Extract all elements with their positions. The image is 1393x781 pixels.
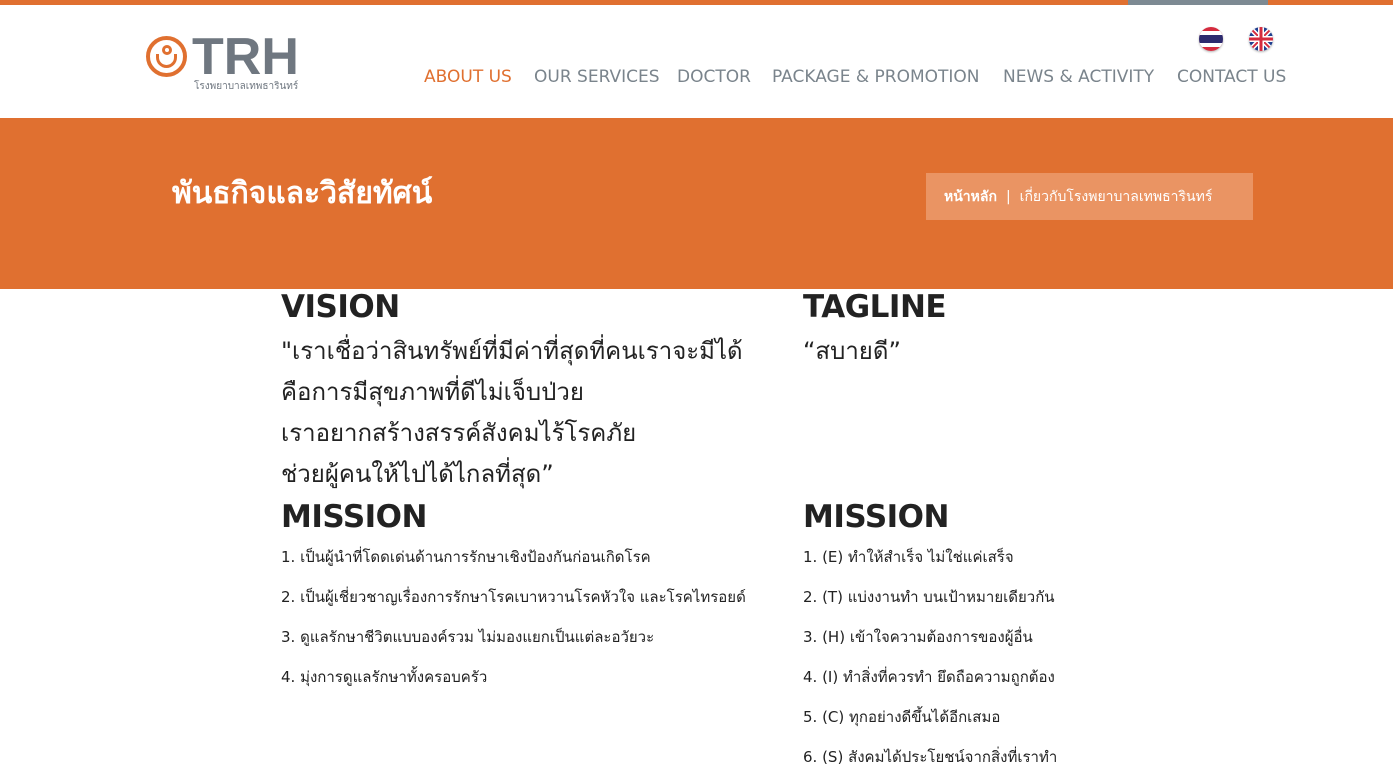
nav-package-promotion[interactable]: PACKAGE & PROMOTION: [772, 65, 980, 89]
list-item: 2. เป็นผู้เชี่ยวชาญเรื่องการรักษาโรคเบาห…: [281, 588, 746, 606]
breadcrumb-current: เกี่ยวกับโรงพยาบาลเทพธารินทร์: [1019, 188, 1213, 205]
main-content: VISION "เราเชื่อว่าสินทรัพย์ที่มีค่าที่ส…: [0, 289, 1393, 781]
vision-line: เราอยากสร้างสรรค์สังคมไร้โรคภัย: [281, 419, 637, 447]
breadcrumb-separator: |: [1005, 188, 1011, 205]
vision-line: "เราเชื่อว่าสินทรัพย์ที่มีค่าที่สุดที่คน…: [281, 337, 743, 365]
thai-flag-icon[interactable]: [1199, 27, 1223, 51]
mission-left-heading: MISSION: [281, 499, 427, 535]
list-item: 2. (T) แบ่งงานทำ บนเป้าหมายเดียวกัน: [803, 588, 1055, 606]
tagline-heading: TAGLINE: [803, 289, 947, 325]
breadcrumb: หน้าหลัก | เกี่ยวกับโรงพยาบาลเทพธารินทร์: [926, 173, 1253, 220]
list-item: 4. (I) ทำสิ่งที่ควรทำ ยึดถือความถูกต้อง: [803, 668, 1055, 686]
nav-news-activity[interactable]: NEWS & ACTIVITY: [1003, 65, 1154, 89]
vision-line: ช่วยผู้คนให้ไปได้ไกลที่สุด”: [281, 460, 554, 488]
page-title: พันธกิจและวิสัยทัศน์: [172, 176, 433, 211]
nav-doctor[interactable]: DOCTOR: [677, 65, 751, 89]
list-item: 1. (E) ทำให้สำเร็จ ไม่ใช่แค่เสร็จ: [803, 548, 1014, 566]
vision-heading: VISION: [281, 289, 400, 325]
main-nav: ABOUT US OUR SERVICES DOCTOR PACKAGE & P…: [0, 65, 1393, 89]
vision-line: คือการมีสุขภาพที่ดีไม่เจ็บป่วย: [281, 378, 584, 406]
list-item: 5. (C) ทุกอย่างดีขึ้นได้อีกเสมอ: [803, 708, 1001, 726]
list-item: 6. (S) สังคมได้ประโยชน์จากสิ่งที่เราทำ: [803, 748, 1058, 766]
tagline-text: “สบายดี”: [803, 337, 901, 365]
list-item: 3. ดูแลรักษาชีวิตแบบองค์รวม ไม่มองแยกเป็…: [281, 628, 655, 646]
mission-right-list: 1. (E) ทำให้สำเร็จ ไม่ใช่แค่เสร็จ 2. (T)…: [803, 545, 1057, 781]
nav-about-us[interactable]: ABOUT US: [424, 65, 512, 89]
nav-contact-us[interactable]: CONTACT US: [1177, 65, 1286, 89]
site-header: TRH โรงพยาบาลเทพธารินทร์ ABOUT US OUR SE…: [0, 5, 1393, 118]
list-item: 3. (H) เข้าใจความต้องการของผู้อื่น: [803, 628, 1033, 646]
list-item: 1. เป็นผู้นำที่โดดเด่นด้านการรักษาเชิงป้…: [281, 548, 651, 566]
vision-text: "เราเชื่อว่าสินทรัพย์ที่มีค่าที่สุดที่คน…: [281, 331, 743, 495]
page-banner: พันธกิจและวิสัยทัศน์ หน้าหลัก | เกี่ยวกั…: [0, 118, 1393, 289]
mission-left-list: 1. เป็นผู้นำที่โดดเด่นด้านการรักษาเชิงป้…: [281, 545, 746, 705]
nav-our-services[interactable]: OUR SERVICES: [534, 65, 660, 89]
uk-flag-icon[interactable]: [1249, 27, 1273, 51]
list-item: 4. มุ่งการดูแลรักษาทั้งครอบครัว: [281, 668, 488, 686]
breadcrumb-home-link[interactable]: หน้าหลัก: [944, 186, 997, 208]
mission-right-heading: MISSION: [803, 499, 949, 535]
